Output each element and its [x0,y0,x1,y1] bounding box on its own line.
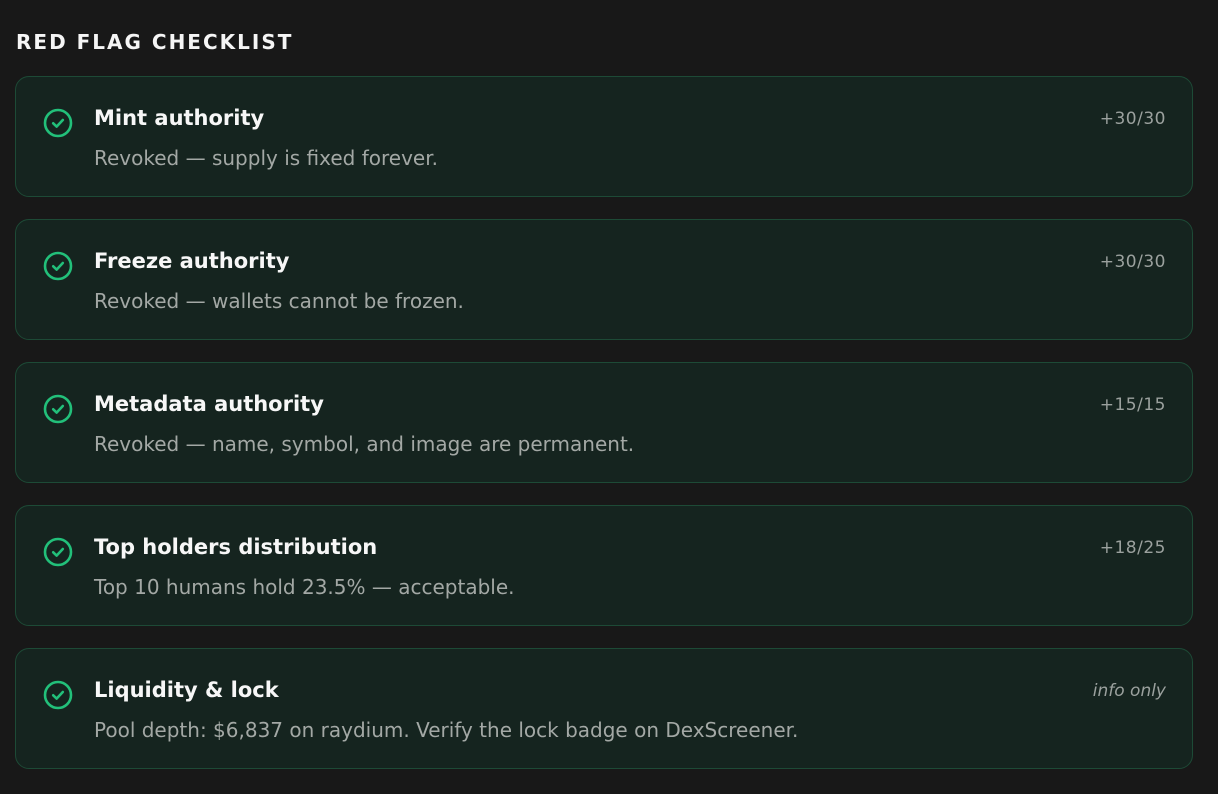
item-title: Metadata authority [94,392,324,416]
item-title: Top holders distribution [94,535,378,559]
item-title: Freeze authority [94,249,290,273]
item-title: Liquidity & lock [94,678,279,702]
item-title: Mint authority [94,106,265,130]
item-description: Revoked — wallets cannot be frozen. [94,289,464,313]
check-circle-icon [43,537,73,567]
checklist-item-mint-authority: Mint authority Revoked — supply is fixed… [15,76,1193,197]
item-score: +18/25 [1099,538,1166,558]
item-description: Top 10 humans hold 23.5% — acceptable. [94,575,515,599]
check-circle-icon [43,394,73,424]
item-description: Revoked — supply is fixed forever. [94,146,438,170]
item-score: +15/15 [1099,395,1166,415]
check-circle-icon [43,108,73,138]
item-score: +30/30 [1099,109,1166,129]
section-title: RED FLAG CHECKLIST [16,30,294,54]
checklist: Mint authority Revoked — supply is fixed… [15,76,1193,769]
check-circle-icon [43,680,73,710]
item-score: +30/30 [1099,252,1166,272]
item-description: Pool depth: $6,837 on raydium. Verify th… [94,718,799,742]
check-circle-icon [43,251,73,281]
checklist-item-metadata-authority: Metadata authority Revoked — name, symbo… [15,362,1193,483]
checklist-item-top-holders: Top holders distribution Top 10 humans h… [15,505,1193,626]
checklist-item-freeze-authority: Freeze authority Revoked — wallets canno… [15,219,1193,340]
checklist-item-liquidity-lock: Liquidity & lock Pool depth: $6,837 on r… [15,648,1193,769]
item-score-info: info only [1092,681,1166,701]
item-description: Revoked — name, symbol, and image are pe… [94,432,635,456]
